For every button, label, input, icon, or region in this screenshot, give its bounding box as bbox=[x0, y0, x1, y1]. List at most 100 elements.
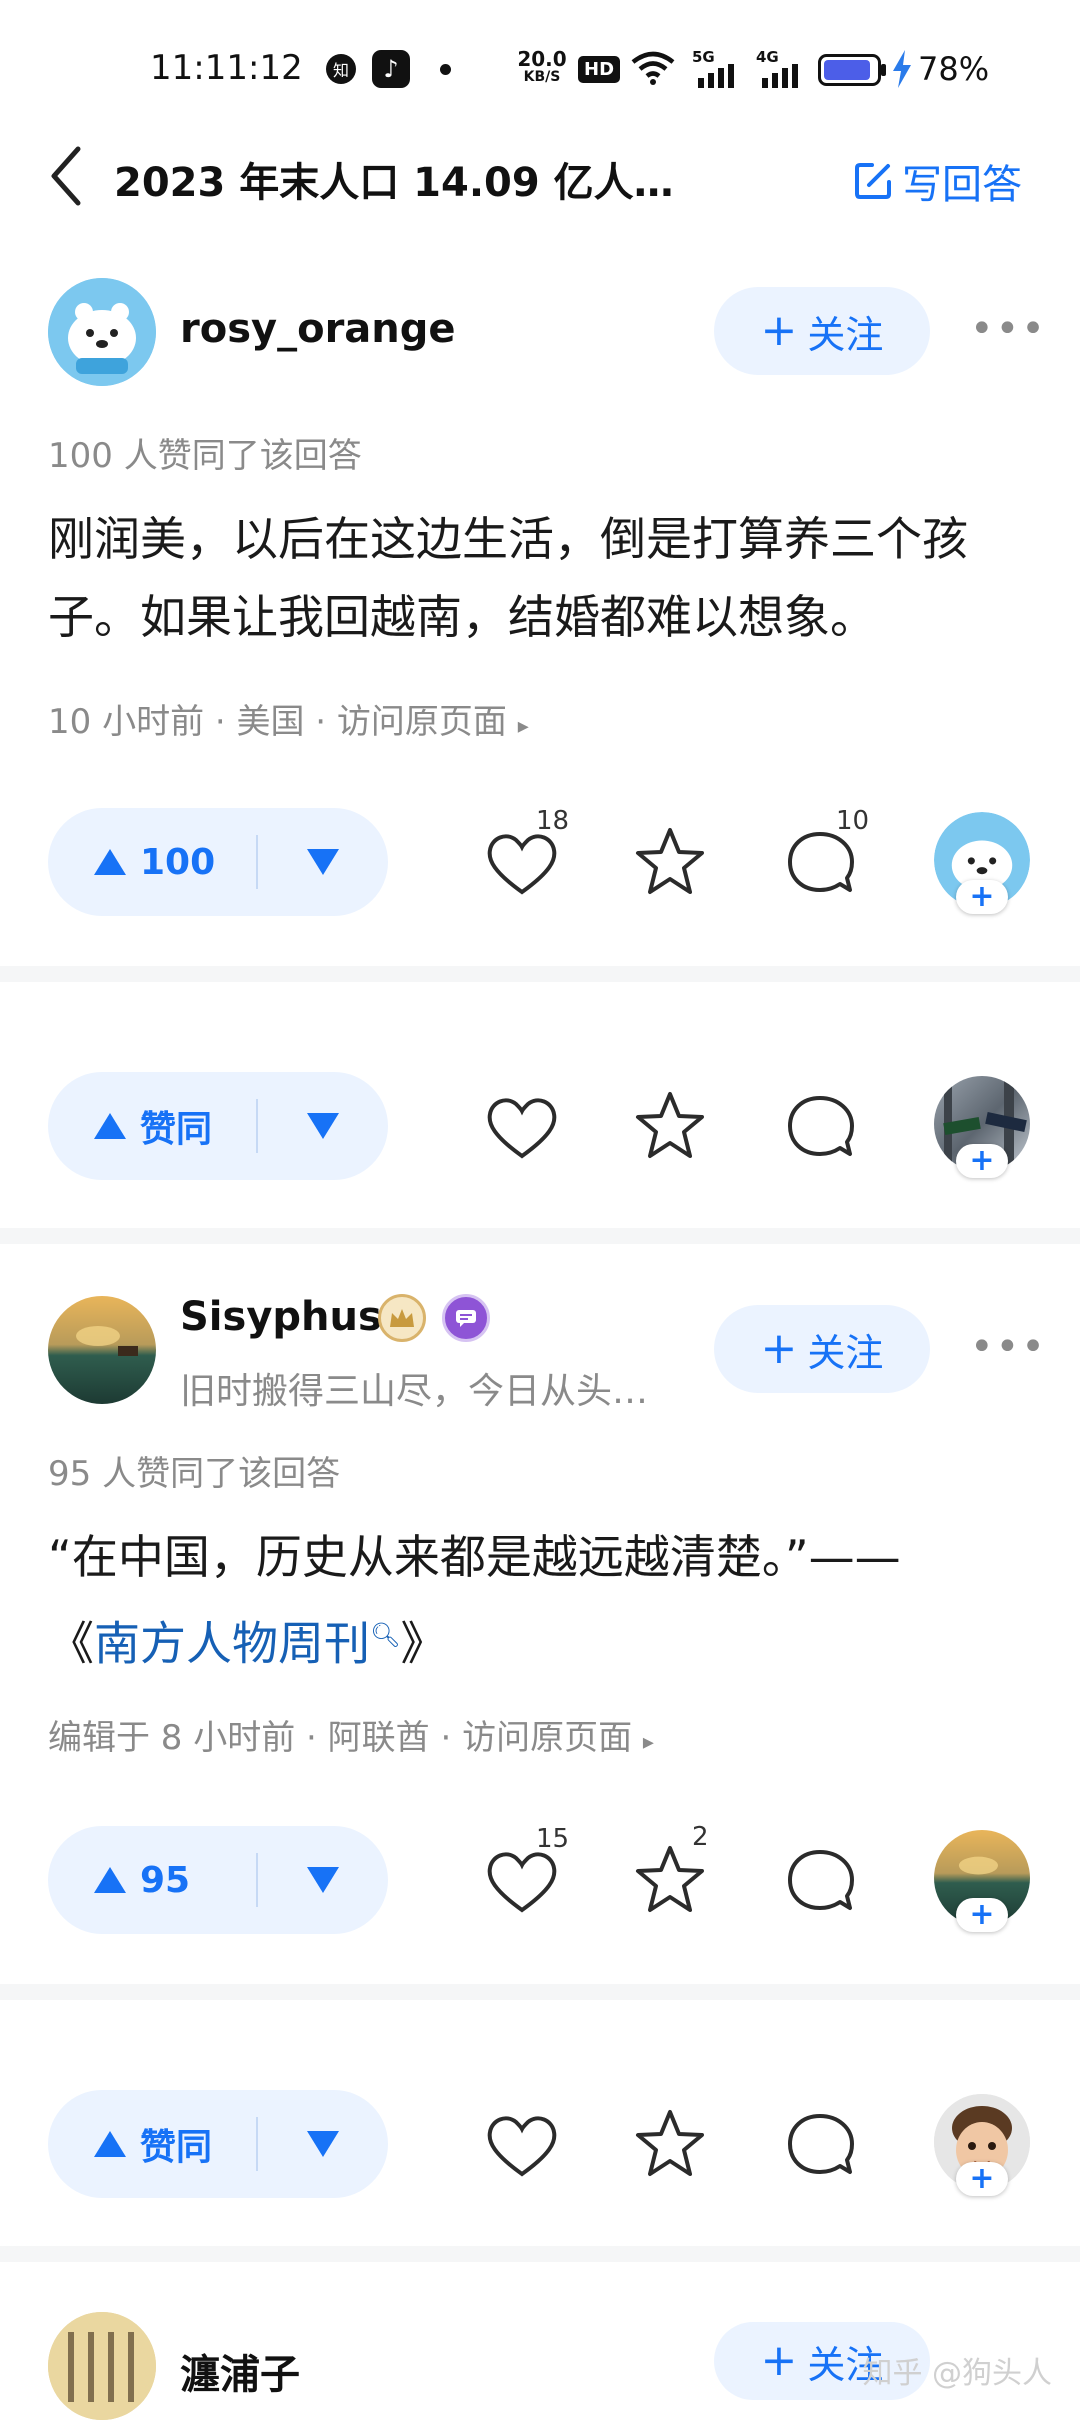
battery-icon bbox=[818, 54, 886, 86]
comment-button[interactable]: 10 bbox=[784, 806, 869, 906]
crown-badge-icon bbox=[378, 1294, 426, 1342]
like-button[interactable] bbox=[484, 2108, 560, 2188]
upvote-label: 赞同 bbox=[140, 1109, 213, 1150]
crown-icon bbox=[390, 1309, 414, 1327]
status-bar: 11:11:12 知 ♪ 20.0 KB/S HD 5G 4G 78% bbox=[0, 0, 1080, 130]
more-options-icon[interactable]: ••• bbox=[970, 306, 1047, 352]
answer-meta[interactable]: 编辑于 8 小时前 · 阿联酋 · 访问原页面 ▸ bbox=[48, 1710, 654, 1759]
answer-quote: “在中国，历史从来都是越远越清楚。”—— bbox=[48, 1530, 901, 1584]
follow-plus-badge-icon[interactable]: + bbox=[956, 1144, 1008, 1178]
upvote-triangle-icon bbox=[94, 1113, 126, 1139]
follow-button[interactable]: + 关注 bbox=[714, 1305, 930, 1393]
favorite-button[interactable] bbox=[632, 1088, 708, 1168]
downvote-button[interactable] bbox=[258, 2129, 388, 2159]
follow-button[interactable]: + 关注 bbox=[714, 287, 930, 375]
heart-icon bbox=[487, 2116, 557, 2177]
follow-plus-badge-icon[interactable]: + bbox=[956, 1898, 1008, 1932]
follow-label: 关注 bbox=[807, 1330, 884, 1375]
book-bracket-open: 《 bbox=[48, 1616, 94, 1671]
downvote-button[interactable] bbox=[258, 1111, 388, 1141]
upvote-summary: 100 人赞同了该回答 bbox=[48, 436, 362, 476]
tiktok-notification-icon: ♪ bbox=[372, 50, 410, 88]
downvote-triangle-icon bbox=[307, 849, 339, 875]
upvote-summary: 95 人赞同了该回答 bbox=[48, 1454, 341, 1494]
magazine-link[interactable]: 南方人物周刊 bbox=[94, 1616, 370, 1670]
downvote-triangle-icon bbox=[307, 1113, 339, 1139]
vote-bar: 赞同 bbox=[48, 2090, 388, 2198]
upvote-triangle-icon bbox=[94, 2131, 126, 2157]
downvote-button[interactable] bbox=[258, 847, 388, 877]
polar-bear-avatar-icon bbox=[48, 278, 156, 386]
answer-meta-text: 10 小时前 · 美国 · 访问原页面 bbox=[48, 702, 507, 742]
comment-button[interactable] bbox=[784, 2108, 860, 2188]
like-button[interactable]: 15 bbox=[484, 1824, 569, 1924]
author-avatar[interactable] bbox=[48, 1296, 156, 1404]
answer-meta[interactable]: 10 小时前 · 美国 · 访问原页面 ▸ bbox=[48, 694, 529, 743]
calligraphy-avatar-icon bbox=[48, 2312, 156, 2420]
like-count: 18 bbox=[536, 806, 570, 836]
charging-icon bbox=[893, 50, 911, 88]
upvote-triangle-icon bbox=[94, 1867, 126, 1893]
net-speed: 20.0 KB/S bbox=[512, 47, 572, 86]
author-avatar[interactable] bbox=[48, 278, 156, 386]
follow-plus-badge-icon[interactable]: + bbox=[956, 2162, 1008, 2196]
question-title[interactable]: 2023 年末人口 14.09 亿人… bbox=[114, 150, 674, 208]
heart-icon bbox=[487, 834, 557, 895]
downvote-button[interactable] bbox=[258, 1865, 388, 1895]
upvote-button[interactable]: 赞同 bbox=[48, 2118, 256, 2170]
answer-content[interactable]: “在中国，历史从来都是越远越清楚。”—— 《南方人物周刊🔍︎》 bbox=[48, 1518, 1058, 1682]
section-divider bbox=[0, 1228, 1080, 1244]
edit-icon bbox=[855, 163, 891, 199]
favorite-button[interactable] bbox=[632, 824, 712, 904]
more-options-icon[interactable]: ••• bbox=[970, 1324, 1047, 1370]
write-answer-button[interactable]: 写回答 bbox=[852, 152, 1022, 210]
more-notifications-dot-icon bbox=[440, 64, 451, 75]
like-button[interactable]: 18 bbox=[484, 806, 569, 906]
star-icon bbox=[636, 828, 704, 894]
favorite-button[interactable]: 2 bbox=[632, 1822, 712, 1922]
wifi-icon bbox=[631, 51, 675, 85]
downvote-triangle-icon bbox=[307, 2131, 339, 2157]
upvote-button[interactable]: 赞同 bbox=[48, 1100, 256, 1152]
comment-button[interactable] bbox=[784, 1090, 860, 1170]
comment-bubble-icon bbox=[788, 1850, 854, 1910]
vote-bar: 100 bbox=[48, 808, 388, 916]
section-divider bbox=[0, 2246, 1080, 2262]
search-link-icon[interactable]: 🔍︎ bbox=[370, 1621, 400, 1649]
watermark: 知乎 @狗头人 bbox=[862, 2356, 1052, 2391]
author-avatar[interactable] bbox=[48, 2312, 156, 2420]
downvote-triangle-icon bbox=[307, 1867, 339, 1893]
upvote-button[interactable]: 95 bbox=[48, 1860, 256, 1901]
answer-meta-text: 编辑于 8 小时前 · 阿联酋 · 访问原页面 bbox=[48, 1718, 633, 1758]
section-divider bbox=[0, 1984, 1080, 2000]
status-time: 11:11:12 bbox=[150, 48, 303, 88]
comment-button[interactable] bbox=[784, 1844, 864, 1924]
heart-icon bbox=[487, 1852, 557, 1913]
favorite-count: 2 bbox=[692, 1822, 709, 1852]
chat-badge-icon bbox=[442, 1294, 490, 1342]
author-name[interactable]: rosy_orange bbox=[180, 306, 456, 352]
message-icon bbox=[456, 1310, 476, 1327]
upvote-label: 赞同 bbox=[140, 2127, 213, 2168]
like-button[interactable] bbox=[484, 1090, 560, 1170]
comment-bubble-icon bbox=[788, 2114, 854, 2174]
heart-icon bbox=[487, 1098, 557, 1159]
upvote-count: 95 bbox=[140, 1859, 191, 1901]
book-bracket-close: 》 bbox=[400, 1616, 447, 1671]
upvote-triangle-icon bbox=[94, 849, 126, 875]
favorite-button[interactable] bbox=[632, 2106, 708, 2186]
upvote-button[interactable]: 100 bbox=[48, 842, 256, 883]
follow-label: 关注 bbox=[807, 312, 884, 357]
triangle-right-icon: ▸ bbox=[642, 1730, 654, 1755]
back-arrow-icon[interactable] bbox=[46, 145, 86, 207]
sunset-sea-avatar-icon bbox=[48, 1296, 156, 1404]
comment-bubble-icon bbox=[788, 1096, 854, 1156]
follow-plus-badge-icon[interactable]: + bbox=[956, 880, 1008, 914]
answer-content[interactable]: 刚润美，以后在这边生活，倒是打算养三个孩子。如果让我回越南，结婚都难以想象。 bbox=[48, 500, 1058, 656]
author-name[interactable]: Sisyphus bbox=[180, 1294, 382, 1340]
star-icon bbox=[636, 1846, 704, 1912]
author-name[interactable]: 瀍浦子 bbox=[180, 2342, 300, 2400]
section-divider bbox=[0, 966, 1080, 982]
vote-bar: 95 bbox=[48, 1826, 388, 1934]
net-speed-value: 20.0 bbox=[517, 47, 567, 71]
